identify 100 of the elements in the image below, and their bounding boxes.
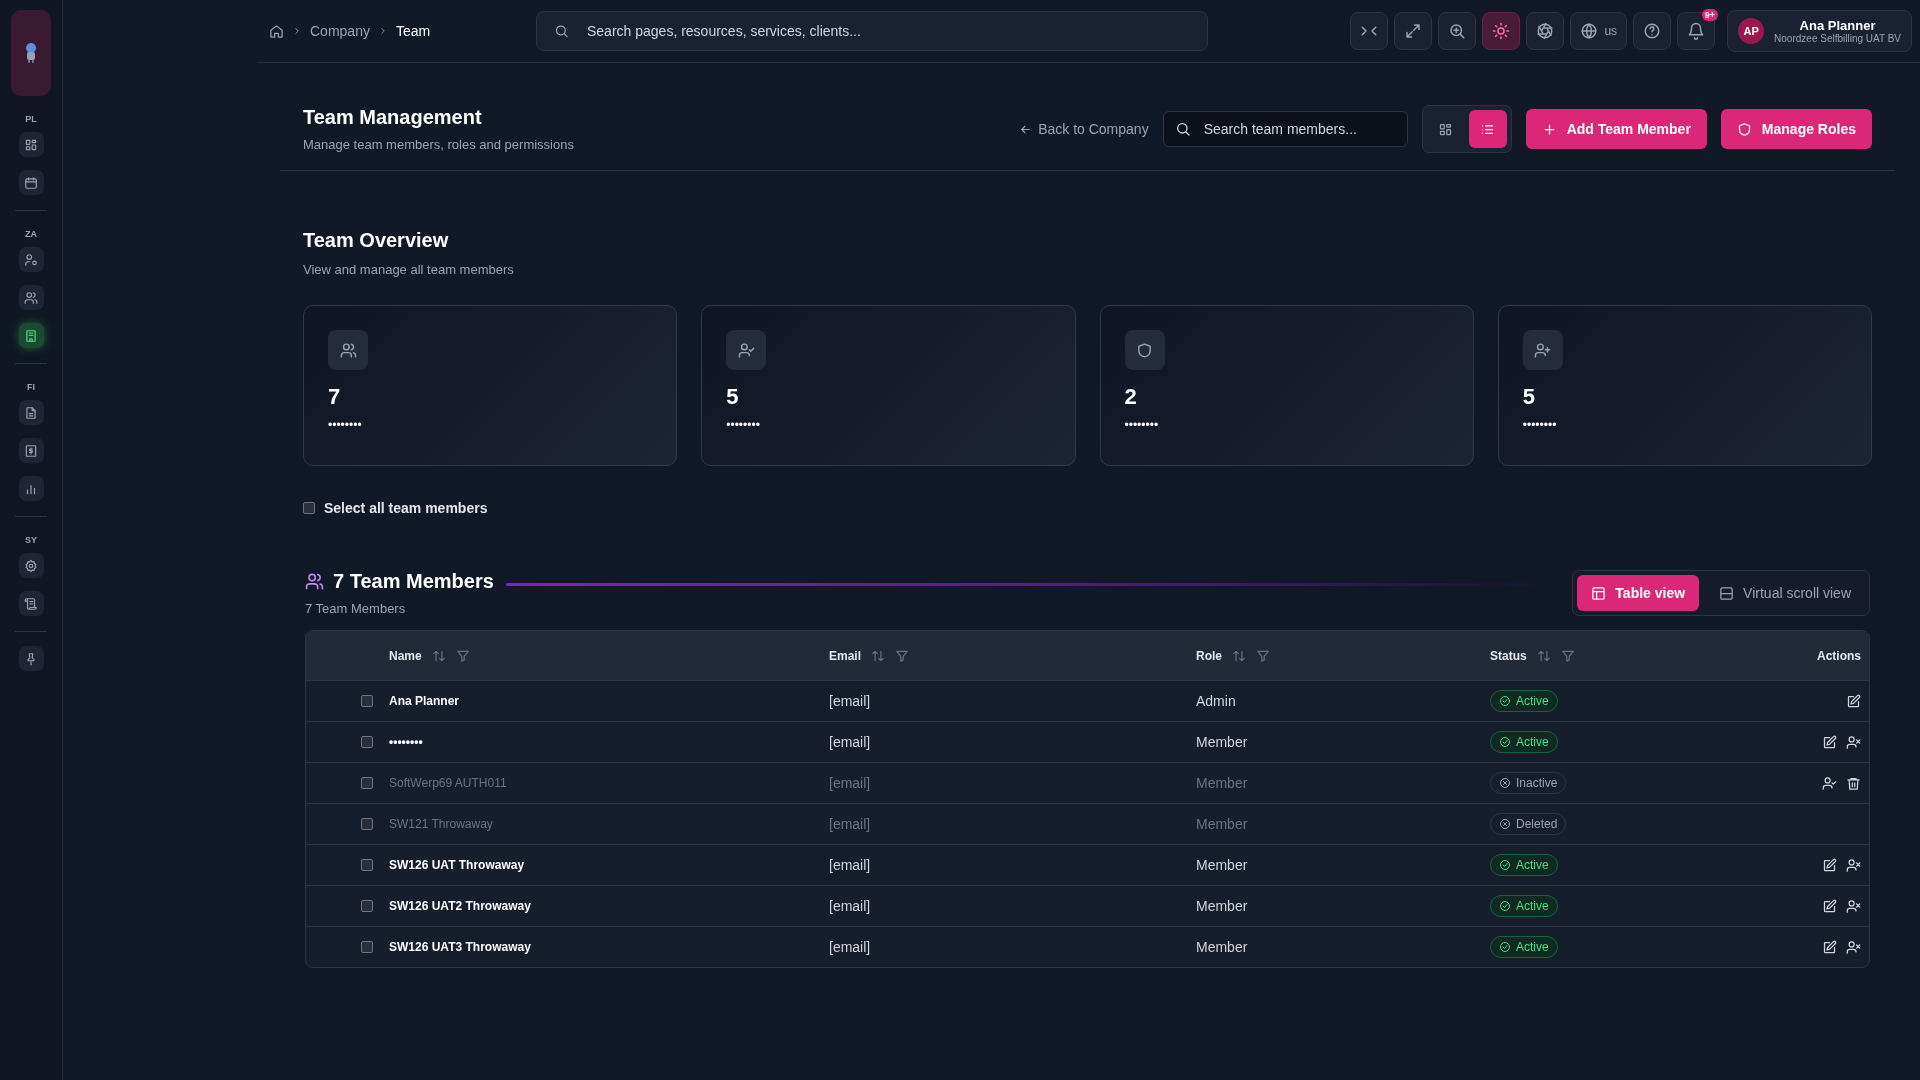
row-action-button[interactable] <box>1822 734 1837 750</box>
sidebar-item[interactable] <box>18 591 44 616</box>
member-role: Admin <box>1196 693 1237 709</box>
view-tab[interactable]: Table view <box>1577 575 1700 611</box>
stat-value: 2 <box>1124 384 1138 410</box>
row-checkbox[interactable] <box>361 900 373 912</box>
user-company: Noordzee Selfbilling UAT BV <box>1774 33 1901 44</box>
member-email: [email] <box>829 693 872 709</box>
row-action-button[interactable] <box>1846 693 1861 709</box>
member-name: SW121 Throwaway <box>389 817 494 831</box>
column-header[interactable]: Status <box>1490 648 1527 663</box>
home-link[interactable] <box>269 23 284 39</box>
row-action-button[interactable] <box>1822 857 1837 873</box>
sun-icon <box>1492 22 1511 40</box>
row-checkbox[interactable] <box>361 941 373 953</box>
row-action-button[interactable] <box>1822 898 1837 914</box>
toolbar-button[interactable] <box>1526 12 1565 50</box>
user-plus-icon <box>1534 341 1552 359</box>
stat-label: •••••••• <box>328 418 363 432</box>
check-circle-icon <box>1499 900 1511 912</box>
toolbar-button[interactable] <box>1394 12 1433 50</box>
toolbar-button[interactable] <box>1438 12 1477 50</box>
status-badge: Active <box>1490 895 1558 917</box>
remove-user-icon <box>1846 939 1861 955</box>
sidebar-item[interactable] <box>18 170 44 195</box>
plus-icon <box>1541 121 1557 137</box>
sidebar-group-label: SY <box>25 535 37 545</box>
view-toggle-button[interactable] <box>1468 110 1507 148</box>
sort-icon <box>1232 648 1246 663</box>
sort-icon <box>431 648 446 663</box>
member-role: Member <box>1196 939 1249 955</box>
back-link[interactable]: Back to Company <box>1019 121 1149 137</box>
receipt-icon <box>24 443 38 458</box>
search-field[interactable]: Search pages, resources, services, clients... <box>536 11 1208 51</box>
member-role: Member <box>1196 816 1249 832</box>
view-tab[interactable]: Virtual scroll view <box>1705 575 1865 611</box>
toolbar-button[interactable] <box>1350 12 1389 50</box>
stat-value: 5 <box>726 384 740 410</box>
breadcrumb-item[interactable]: Company <box>310 23 370 39</box>
status-badge: Active <box>1490 690 1558 712</box>
member-role: Member <box>1196 857 1249 873</box>
sidebar-item[interactable] <box>18 132 44 157</box>
sidebar-item[interactable] <box>18 553 44 578</box>
row-action-button[interactable] <box>1846 734 1861 750</box>
filter-icon <box>1560 648 1575 663</box>
trash-icon <box>1846 775 1861 791</box>
action-button[interactable]: Add Team Member <box>1525 109 1707 149</box>
toolbar-button[interactable] <box>1633 12 1672 50</box>
users-icon <box>305 572 324 591</box>
sidebar-item[interactable] <box>18 438 44 463</box>
row-action-button[interactable] <box>1846 898 1861 914</box>
member-name: SW126 UAT Throwaway <box>389 858 526 872</box>
column-header[interactable]: Name <box>389 648 422 663</box>
toolbar-button[interactable] <box>1482 12 1521 50</box>
x-circle-icon <box>1499 777 1511 789</box>
row-action-button[interactable] <box>1846 775 1861 791</box>
search-field[interactable]: Search team members... <box>1162 111 1408 147</box>
toolbar-button[interactable]: 9+ <box>1677 12 1716 50</box>
breadcrumb-item[interactable]: Team <box>395 23 431 39</box>
users-icon <box>24 290 38 305</box>
status-badge: Active <box>1490 854 1558 876</box>
logo-button[interactable] <box>11 10 51 96</box>
member-email: [email] <box>829 898 872 914</box>
column-header[interactable]: Actions <box>1817 648 1861 663</box>
column-header[interactable]: Role <box>1196 648 1222 663</box>
member-email: [email] <box>829 816 872 832</box>
sidebar-item[interactable] <box>18 285 44 310</box>
user-name: Ana Planner <box>1798 18 1877 33</box>
table-icon <box>1591 585 1607 601</box>
row-checkbox[interactable] <box>361 736 373 748</box>
calendar-icon <box>24 175 38 190</box>
action-button[interactable]: Manage Roles <box>1720 109 1872 149</box>
users-icon <box>339 341 357 359</box>
page-title: Team Management <box>303 106 483 129</box>
row-action-button[interactable] <box>1846 939 1861 955</box>
check-circle-icon <box>1499 941 1511 953</box>
toolbar-button[interactable]: us <box>1570 12 1628 50</box>
column-header[interactable]: Email <box>829 648 861 663</box>
row-action-button[interactable] <box>1822 939 1837 955</box>
row-checkbox[interactable] <box>361 859 373 871</box>
member-name: Ana Planner <box>389 694 461 708</box>
user-menu[interactable]: AP Ana Planner Noordzee Selfbilling UAT BV <box>1727 10 1912 52</box>
mascot-icon <box>23 42 39 64</box>
row-checkbox[interactable] <box>361 695 373 707</box>
row-action-button[interactable] <box>1846 857 1861 873</box>
bell-icon <box>1687 22 1706 40</box>
row-checkbox[interactable] <box>361 818 373 830</box>
sidebar-item[interactable] <box>18 476 44 501</box>
scroll-icon <box>24 596 38 611</box>
edit-icon <box>1822 734 1837 750</box>
row-action-button[interactable] <box>1822 775 1837 791</box>
edit-icon <box>1822 857 1837 873</box>
sidebar-item[interactable] <box>18 323 44 348</box>
shield-icon <box>1136 341 1153 359</box>
sidebar-item[interactable] <box>18 646 44 671</box>
row-checkbox[interactable] <box>361 777 373 789</box>
sidebar-item[interactable] <box>18 247 44 272</box>
sidebar-item[interactable] <box>18 400 44 425</box>
sort-icon <box>871 648 885 663</box>
checkbox[interactable] <box>303 502 315 514</box>
